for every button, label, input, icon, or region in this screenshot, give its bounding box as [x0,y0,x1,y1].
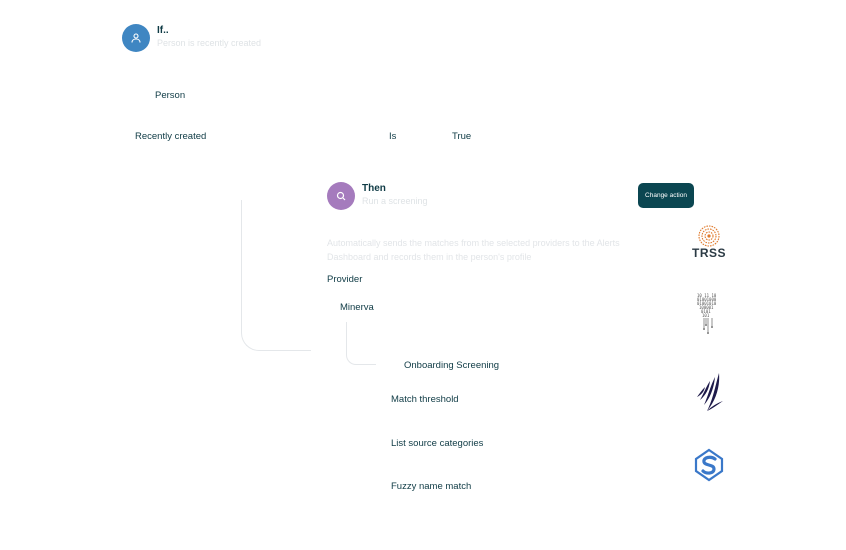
binary-logo[interactable]: 10 11 10 01001000 01001010 100001 0101 1… [693,292,725,338]
s-logo[interactable] [690,446,728,484]
setting-fuzzy-name-match[interactable]: Fuzzy name match [391,481,471,492]
action-description: Automatically sends the matches from the… [327,236,667,264]
provider-connector [346,322,376,365]
condition-field[interactable]: Recently created [135,131,206,142]
if-step-avatar [122,24,150,52]
setting-list-source-categories[interactable]: List source categories [391,438,483,449]
then-step-avatar [327,182,355,210]
provider-label: Provider [327,274,363,285]
setting-match-threshold[interactable]: Match threshold [391,394,459,405]
provider-value[interactable]: Minerva [340,302,374,313]
then-step-title: Then [362,183,386,194]
wing-logo[interactable] [695,371,725,413]
wing-icon [697,373,723,411]
binary-tree-icon: 10 11 10 01001000 01001010 100001 0101 1… [697,293,717,334]
s-mark-icon [694,448,724,482]
search-icon [336,191,346,201]
action-description-line-1: Automatically sends the matches from the… [327,238,620,248]
trigger-entity[interactable]: Person [155,90,185,101]
trss-wordmark: TRSS [691,245,726,260]
svg-text:101: 101 [702,313,710,318]
person-icon [131,33,141,43]
condition-operator[interactable]: Is [389,131,396,142]
flow-connector [241,200,311,351]
condition-value[interactable]: True [452,131,471,142]
then-step-subtitle: Run a screening [362,196,428,206]
change-action-button[interactable]: Change action [638,183,694,208]
trss-logo[interactable]: TRSS [688,222,730,262]
screening-name[interactable]: Onboarding Screening [404,360,499,371]
trss-emblem-icon [698,224,720,247]
if-step-subtitle: Person is recently created [157,38,262,48]
action-description-line-2: Dashboard and records them in the person… [327,252,532,262]
if-step-title: If.. [157,25,169,36]
